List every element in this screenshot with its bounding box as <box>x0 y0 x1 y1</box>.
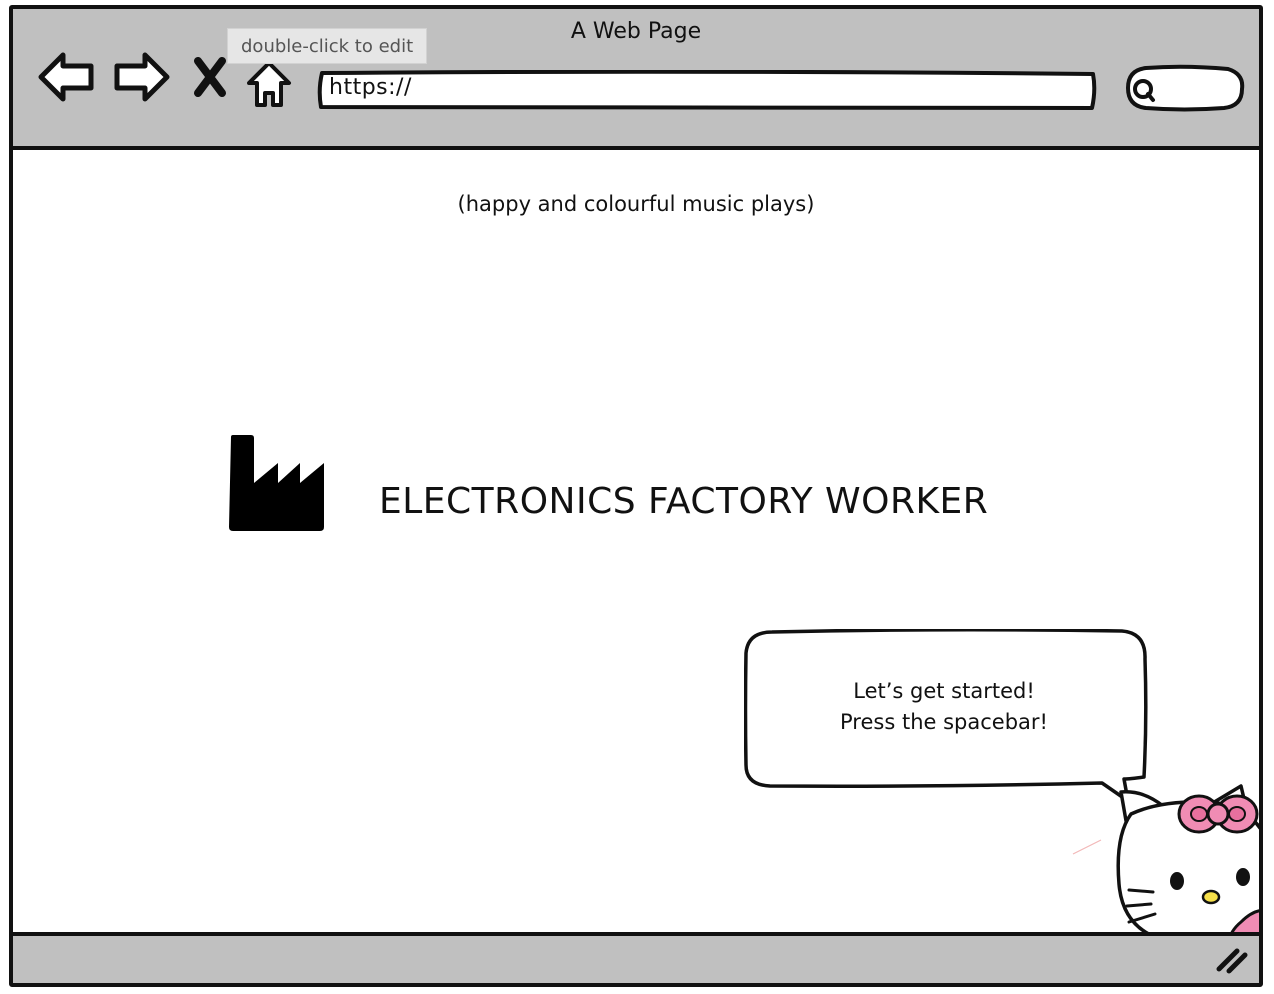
speech-text: Let’s get started! Press the spacebar! <box>744 676 1144 738</box>
speech-line-2: Press the spacebar! <box>840 710 1048 734</box>
address-bar[interactable]: https:// <box>317 70 1097 110</box>
address-input[interactable]: https:// <box>329 75 412 100</box>
status-bar <box>13 932 1259 983</box>
music-caption: (happy and colourful music plays) <box>457 192 815 216</box>
browser-toolbar: A Web Page double-click to edit https:// <box>13 9 1259 150</box>
search-box[interactable] <box>1124 64 1246 112</box>
close-icon[interactable] <box>193 57 227 101</box>
factory-icon <box>228 435 328 537</box>
resize-grip-icon[interactable] <box>1215 945 1249 979</box>
forward-arrow-icon[interactable] <box>111 49 171 109</box>
cat-mascot <box>1071 774 1259 948</box>
browser-window: A Web Page double-click to edit https://… <box>9 5 1263 987</box>
speech-line-1: Let’s get started! <box>853 679 1035 703</box>
window-title: A Web Page <box>570 19 702 44</box>
edit-tooltip: double-click to edit <box>227 28 428 64</box>
page-heading: ELECTRONICS FACTORY WORKER <box>379 481 989 522</box>
back-arrow-icon[interactable] <box>37 49 97 109</box>
home-icon[interactable] <box>245 59 293 113</box>
page-content: (happy and colourful music plays) ELECTR… <box>13 150 1259 947</box>
